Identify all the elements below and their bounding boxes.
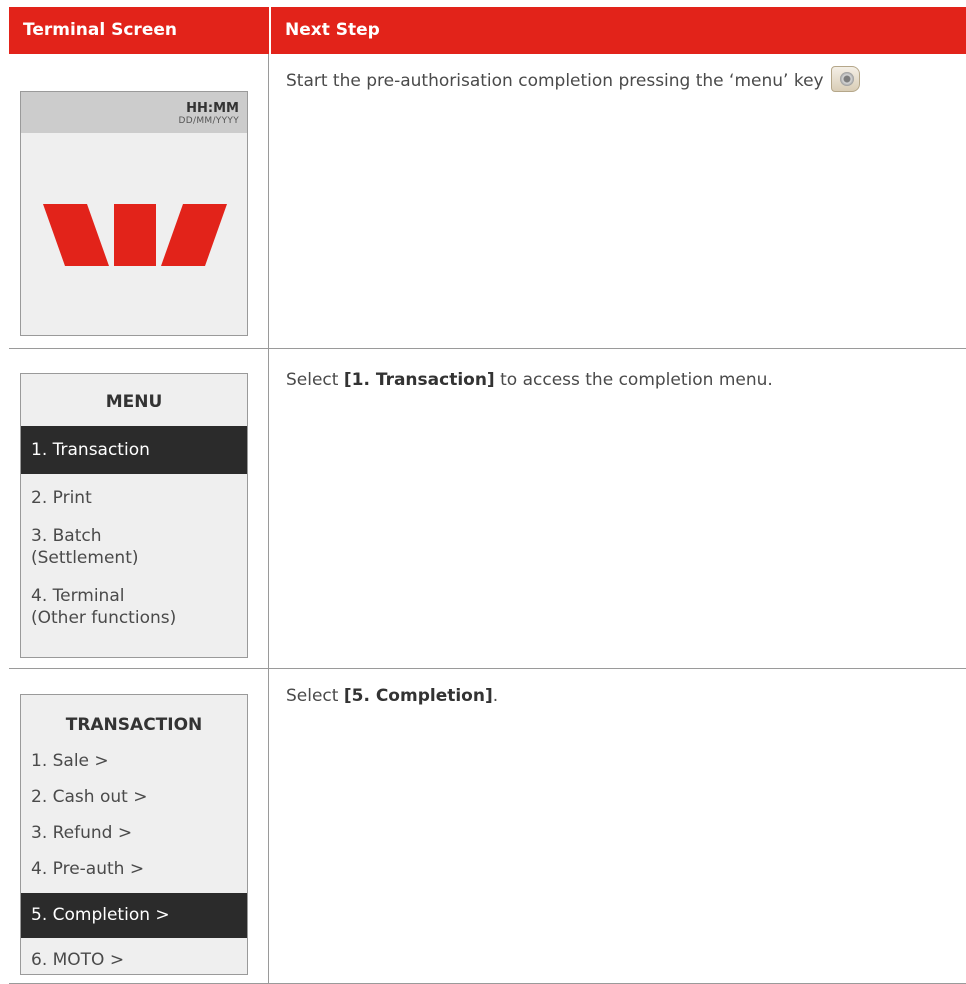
header-next-step: Next Step <box>271 7 966 54</box>
terminal-menu-screen: MENU 1. Transaction 2. Print 3. Batch (S… <box>20 373 248 658</box>
time-display: HH:MM <box>186 101 239 116</box>
step-text-3: Select [5. Completion]. <box>286 686 499 706</box>
menu-item-sale[interactable]: 1. Sale > <box>21 750 247 772</box>
terminal-idle-screen: HH:MM DD/MM/YYYY <box>20 91 248 336</box>
menu-item-completion[interactable]: 5. Completion > <box>21 893 247 938</box>
menu-key-icon <box>831 66 860 92</box>
step-1-text: Start the pre-authorisation completion p… <box>286 71 824 91</box>
step-3-highlight: [5. Completion] <box>343 686 493 706</box>
date-display: DD/MM/YYYY <box>178 116 239 126</box>
westpac-logo-icon <box>43 204 227 266</box>
status-bar: HH:MM DD/MM/YYYY <box>21 92 247 133</box>
menu-item-batch[interactable]: 3. Batch <box>21 525 247 547</box>
menu-item-cash-out[interactable]: 2. Cash out > <box>21 786 247 808</box>
menu-title: MENU <box>105 392 163 412</box>
row-divider <box>9 348 966 349</box>
menu-item-moto[interactable]: 6. MOTO > <box>21 949 247 971</box>
transaction-title: TRANSACTION <box>65 715 203 735</box>
menu-item-terminal-sub: (Other functions) <box>31 608 177 628</box>
menu-item-refund[interactable]: 3. Refund > <box>21 822 247 844</box>
step-text-1: Start the pre-authorisation completion p… <box>286 66 966 92</box>
instruction-table: Terminal Screen Next Step HH:MM DD/MM/YY… <box>9 7 966 984</box>
menu-item-terminal[interactable]: 4. Terminal <box>21 585 247 607</box>
step-2-highlight: [1. Transaction] <box>343 370 495 390</box>
menu-item-pre-auth[interactable]: 4. Pre-auth > <box>21 858 247 880</box>
menu-item-print[interactable]: 2. Print <box>21 487 247 509</box>
row-divider <box>9 668 966 669</box>
terminal-transaction-screen: TRANSACTION 1. Sale > 2. Cash out > 3. R… <box>20 694 248 975</box>
column-divider <box>268 54 269 983</box>
header-terminal-screen: Terminal Screen <box>9 7 269 54</box>
menu-item-batch-sub: (Settlement) <box>31 548 139 568</box>
menu-item-transaction[interactable]: 1. Transaction <box>21 426 247 474</box>
step-text-2: Select [1. Transaction] to access the co… <box>286 370 773 390</box>
